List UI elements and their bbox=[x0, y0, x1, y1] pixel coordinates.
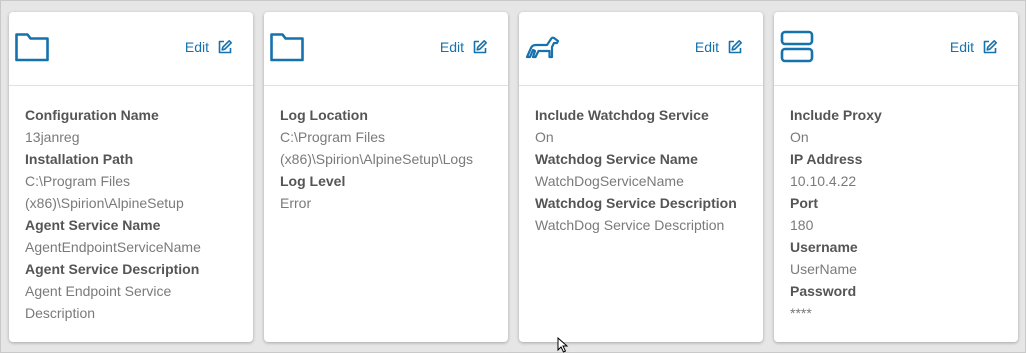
field-value: 13janreg bbox=[25, 129, 80, 145]
field-label: IP Address bbox=[790, 151, 863, 167]
card-body: Include Proxy On IP Address 10.10.4.22 P… bbox=[774, 86, 1018, 324]
field-value: 10.10.4.22 bbox=[790, 173, 857, 189]
edit-icon bbox=[218, 40, 232, 54]
field-label: Watchdog Service Description bbox=[535, 195, 737, 211]
mouse-cursor-icon bbox=[557, 337, 569, 353]
field-value: AgentEndpointServiceName bbox=[25, 239, 201, 255]
field-label: Configuration Name bbox=[25, 107, 159, 123]
field-label: Installation Path bbox=[25, 151, 134, 167]
field-value: Agent Endpoint Service bbox=[25, 283, 172, 299]
card-proxy: Edit Include Proxy On IP Address 10.10.4… bbox=[774, 12, 1018, 342]
field-value: (x86)\Spirion\AlpineSetup\Logs bbox=[280, 151, 474, 167]
edit-icon bbox=[728, 40, 742, 54]
edit-icon bbox=[983, 40, 997, 54]
field-label: Watchdog Service Name bbox=[535, 151, 698, 167]
field-label: Log Level bbox=[280, 173, 346, 189]
field-label: Include Watchdog Service bbox=[535, 107, 709, 123]
edit-label: Edit bbox=[184, 39, 209, 55]
card-watchdog: Edit Include Watchdog Service On Watchdo… bbox=[519, 12, 763, 342]
field-label: Password bbox=[790, 283, 857, 299]
edit-label: Edit bbox=[949, 39, 974, 55]
card-body: Configuration Name 13janreg Installation… bbox=[9, 86, 253, 324]
field-value: On bbox=[535, 129, 554, 145]
field-label: Agent Service Description bbox=[25, 261, 200, 277]
card-body: Include Watchdog Service On Watchdog Ser… bbox=[519, 86, 763, 236]
field-value: WatchDogServiceName bbox=[535, 173, 684, 189]
field-value: Description bbox=[25, 305, 96, 321]
field-value: UserName bbox=[790, 261, 857, 277]
field-value: C:\Program Files bbox=[280, 129, 386, 145]
card-header: Edit bbox=[774, 12, 1018, 86]
edit-label: Edit bbox=[694, 39, 719, 55]
card-configuration: Edit Configuration Name 13janreg Install… bbox=[9, 12, 253, 342]
field-value: Error bbox=[280, 195, 312, 211]
edit-icon bbox=[473, 40, 487, 54]
card-logging: Edit Log Location C:\Program Files (x86)… bbox=[264, 12, 508, 342]
field-value: C:\Program Files bbox=[25, 173, 131, 189]
settings-cards: Edit Configuration Name 13janreg Install… bbox=[9, 12, 1018, 342]
field-value: WatchDog Service Description bbox=[535, 217, 725, 233]
edit-button[interactable]: Edit bbox=[185, 39, 233, 55]
field-label: Log Location bbox=[280, 107, 368, 123]
field-label: Username bbox=[790, 239, 858, 255]
field-value: (x86)\Spirion\AlpineSetup bbox=[25, 195, 184, 211]
edit-label: Edit bbox=[439, 39, 464, 55]
field-label: Include Proxy bbox=[790, 107, 882, 123]
card-header: Edit bbox=[519, 12, 763, 86]
field-label: Agent Service Name bbox=[25, 217, 161, 233]
server-icon bbox=[780, 30, 814, 63]
field-value: On bbox=[790, 129, 809, 145]
field-value: 180 bbox=[790, 217, 814, 233]
card-header: Edit bbox=[264, 12, 508, 86]
folder-icon bbox=[15, 33, 49, 62]
dog-icon bbox=[525, 36, 560, 59]
field-value: **** bbox=[790, 305, 812, 321]
edit-button[interactable]: Edit bbox=[950, 39, 998, 55]
edit-button[interactable]: Edit bbox=[440, 39, 488, 55]
field-label: Port bbox=[790, 195, 818, 211]
card-body: Log Location C:\Program Files (x86)\Spir… bbox=[264, 86, 508, 214]
folder-icon bbox=[270, 33, 304, 62]
edit-button[interactable]: Edit bbox=[695, 39, 743, 55]
card-header: Edit bbox=[9, 12, 253, 86]
